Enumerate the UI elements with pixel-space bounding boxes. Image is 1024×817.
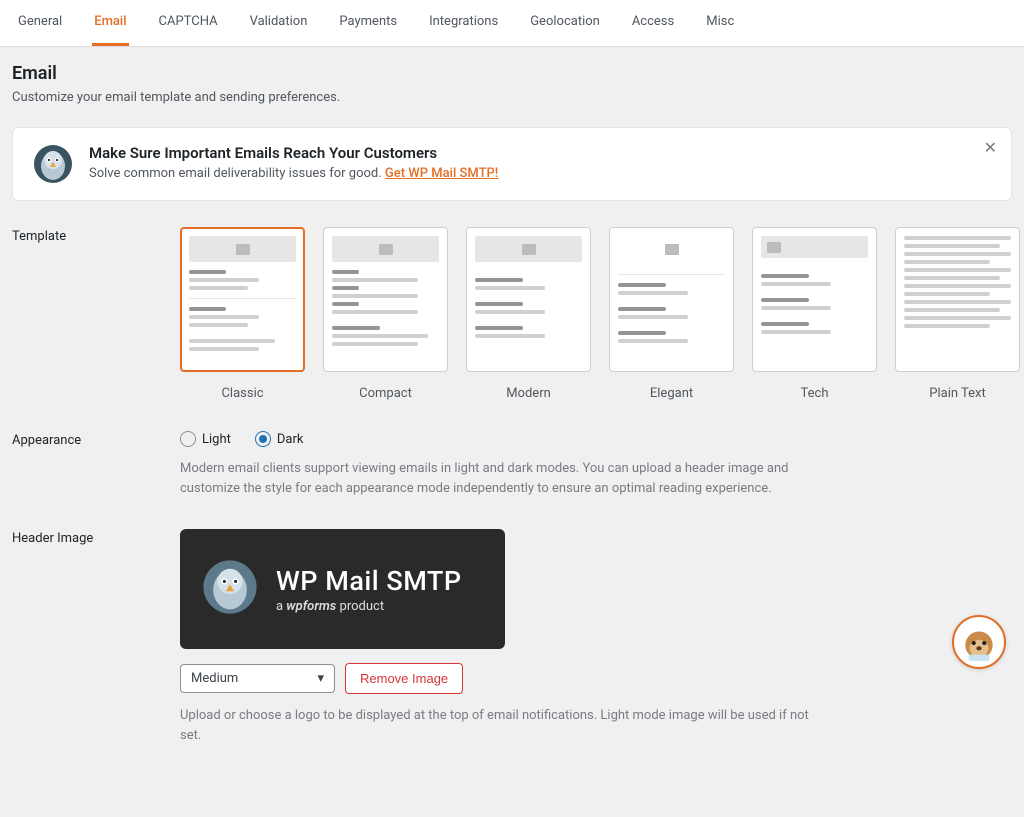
header-image-label: Header Image xyxy=(12,529,180,546)
pigeon-icon xyxy=(202,559,258,619)
tab-validation[interactable]: Validation xyxy=(248,0,310,46)
template-name: Plain Text xyxy=(929,386,985,401)
mascot-icon xyxy=(958,621,1000,663)
appearance-hint: Modern email clients support viewing ema… xyxy=(180,459,820,499)
get-wp-mail-smtp-link[interactable]: Get WP Mail SMTP! xyxy=(385,166,498,181)
template-label: Template xyxy=(12,227,180,244)
tab-geolocation[interactable]: Geolocation xyxy=(528,0,602,46)
settings-tabs: General Email CAPTCHA Validation Payment… xyxy=(0,0,1024,47)
tab-captcha[interactable]: CAPTCHA xyxy=(157,0,220,46)
appearance-dark-radio[interactable]: Dark xyxy=(255,431,304,447)
page-description: Customize your email template and sendin… xyxy=(12,90,1012,105)
pigeon-icon xyxy=(33,144,73,184)
header-image-size-select[interactable]: Medium ▾ xyxy=(180,664,335,693)
tab-access[interactable]: Access xyxy=(630,0,676,46)
preview-subtitle: a wpforms product xyxy=(276,599,462,614)
template-modern[interactable]: Modern xyxy=(466,227,591,401)
notice-text: Solve common email deliverability issues… xyxy=(89,166,498,181)
header-image-preview[interactable]: WP Mail SMTP a wpforms product xyxy=(180,529,505,649)
template-elegant[interactable]: Elegant xyxy=(609,227,734,401)
header-image-hint: Upload or choose a logo to be displayed … xyxy=(180,706,820,746)
template-name: Classic xyxy=(221,386,263,401)
template-name: Modern xyxy=(506,386,551,401)
template-name: Compact xyxy=(359,386,412,401)
close-icon[interactable]: ✕ xyxy=(984,138,997,157)
appearance-label: Appearance xyxy=(12,431,180,448)
template-plain-text[interactable]: Plain Text xyxy=(895,227,1020,401)
template-compact[interactable]: Compact xyxy=(323,227,448,401)
tab-payments[interactable]: Payments xyxy=(337,0,399,46)
remove-image-button[interactable]: Remove Image xyxy=(345,663,463,694)
tab-general[interactable]: General xyxy=(16,0,64,46)
template-tech[interactable]: Tech xyxy=(752,227,877,401)
template-name: Tech xyxy=(801,386,829,401)
help-fab[interactable] xyxy=(952,615,1006,669)
preview-title: WP Mail SMTP xyxy=(276,565,462,597)
template-options: Classic Compact xyxy=(180,227,1020,401)
page-title: Email xyxy=(12,63,1012,84)
appearance-light-radio[interactable]: Light xyxy=(180,431,231,447)
smtp-notice: Make Sure Important Emails Reach Your Cu… xyxy=(12,127,1012,201)
chevron-down-icon: ▾ xyxy=(317,671,324,686)
tab-misc[interactable]: Misc xyxy=(704,0,736,46)
template-classic[interactable]: Classic xyxy=(180,227,305,401)
template-name: Elegant xyxy=(650,386,693,401)
tab-email[interactable]: Email xyxy=(92,0,128,46)
notice-title: Make Sure Important Emails Reach Your Cu… xyxy=(89,144,498,162)
tab-integrations[interactable]: Integrations xyxy=(427,0,500,46)
